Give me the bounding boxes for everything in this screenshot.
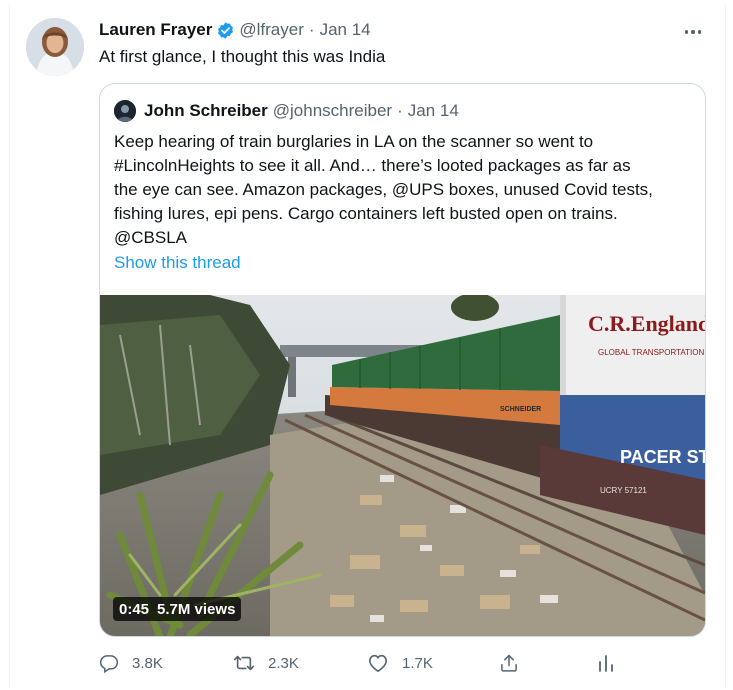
quoted-tweet-date[interactable]: Jan 14: [408, 101, 459, 121]
quoted-text-line: @CBSLA: [114, 228, 188, 247]
video-player[interactable]: C.R.England GLOBAL TRANSPORTATION PACER …: [100, 295, 705, 636]
verified-badge-icon: [216, 21, 235, 40]
quoted-author-handle[interactable]: @johnschreiber: [273, 101, 392, 121]
separator-dot: ·: [308, 20, 315, 39]
tweet-date[interactable]: Jan 14: [320, 20, 371, 40]
retweet-button[interactable]: 2.3K: [233, 653, 367, 673]
quoted-author-name[interactable]: John Schreiber: [144, 101, 268, 121]
container-text: SCHNEIDER: [500, 406, 541, 413]
separator-dot: ·: [397, 101, 403, 120]
quoted-tweet[interactable]: John Schreiber @johnschreiber · Jan 14 K…: [99, 83, 706, 637]
author-avatar[interactable]: [26, 18, 84, 76]
container-text: UCRY 57121: [600, 486, 647, 495]
quoted-tweet-header: John Schreiber @johnschreiber · Jan 14: [114, 99, 459, 123]
quoted-tweet-text: Keep hearing of train burglaries in LA o…: [114, 130, 699, 250]
video-duration: 0:45: [119, 600, 150, 618]
show-thread-link[interactable]: Show this thread: [114, 253, 241, 273]
quoted-text-line: fishing lures, epi pens. Cargo container…: [114, 204, 618, 223]
retweet-count: 2.3K: [268, 654, 299, 672]
reply-icon: [99, 653, 119, 673]
heart-icon: [367, 653, 389, 673]
retweet-icon: [233, 653, 255, 673]
like-button[interactable]: 1.7K: [367, 653, 499, 673]
reply-button[interactable]: 3.8K: [99, 653, 233, 673]
reply-count: 3.8K: [132, 654, 163, 672]
tweet-text: At first glance, I thought this was Indi…: [99, 47, 386, 66]
quoted-text-line: the eye can see. Amazon packages, @UPS b…: [114, 180, 653, 199]
tweet-header: Lauren Frayer @lfrayer · Jan 14: [99, 19, 371, 41]
analytics-icon: [597, 653, 615, 673]
quoted-author-avatar: [114, 100, 136, 122]
video-stats-badge: 0:45 5.7M views: [113, 597, 242, 621]
share-button[interactable]: [499, 653, 597, 673]
like-count: 1.7K: [402, 654, 433, 672]
video-thumbnail: C.R.England GLOBAL TRANSPORTATION PACER …: [100, 295, 705, 636]
author-handle[interactable]: @lfrayer: [239, 20, 304, 40]
video-views: 5.7M views: [157, 600, 236, 618]
container-text: PACER STACK: [620, 447, 705, 467]
author-avatar-image: [26, 18, 84, 76]
author-name[interactable]: Lauren Frayer: [99, 20, 212, 40]
container-text: GLOBAL TRANSPORTATION: [598, 348, 704, 357]
quoted-text-line: #LincolnHeights to see it all. And… ther…: [114, 156, 631, 175]
quoted-text-line: Keep hearing of train burglaries in LA o…: [114, 132, 594, 151]
container-text: C.R.England: [588, 311, 705, 336]
share-icon: [499, 653, 519, 673]
analytics-button[interactable]: [597, 653, 615, 673]
more-icon[interactable]: [681, 22, 705, 42]
tweet-actions: 3.8K 2.3K 1.7K: [99, 650, 639, 676]
